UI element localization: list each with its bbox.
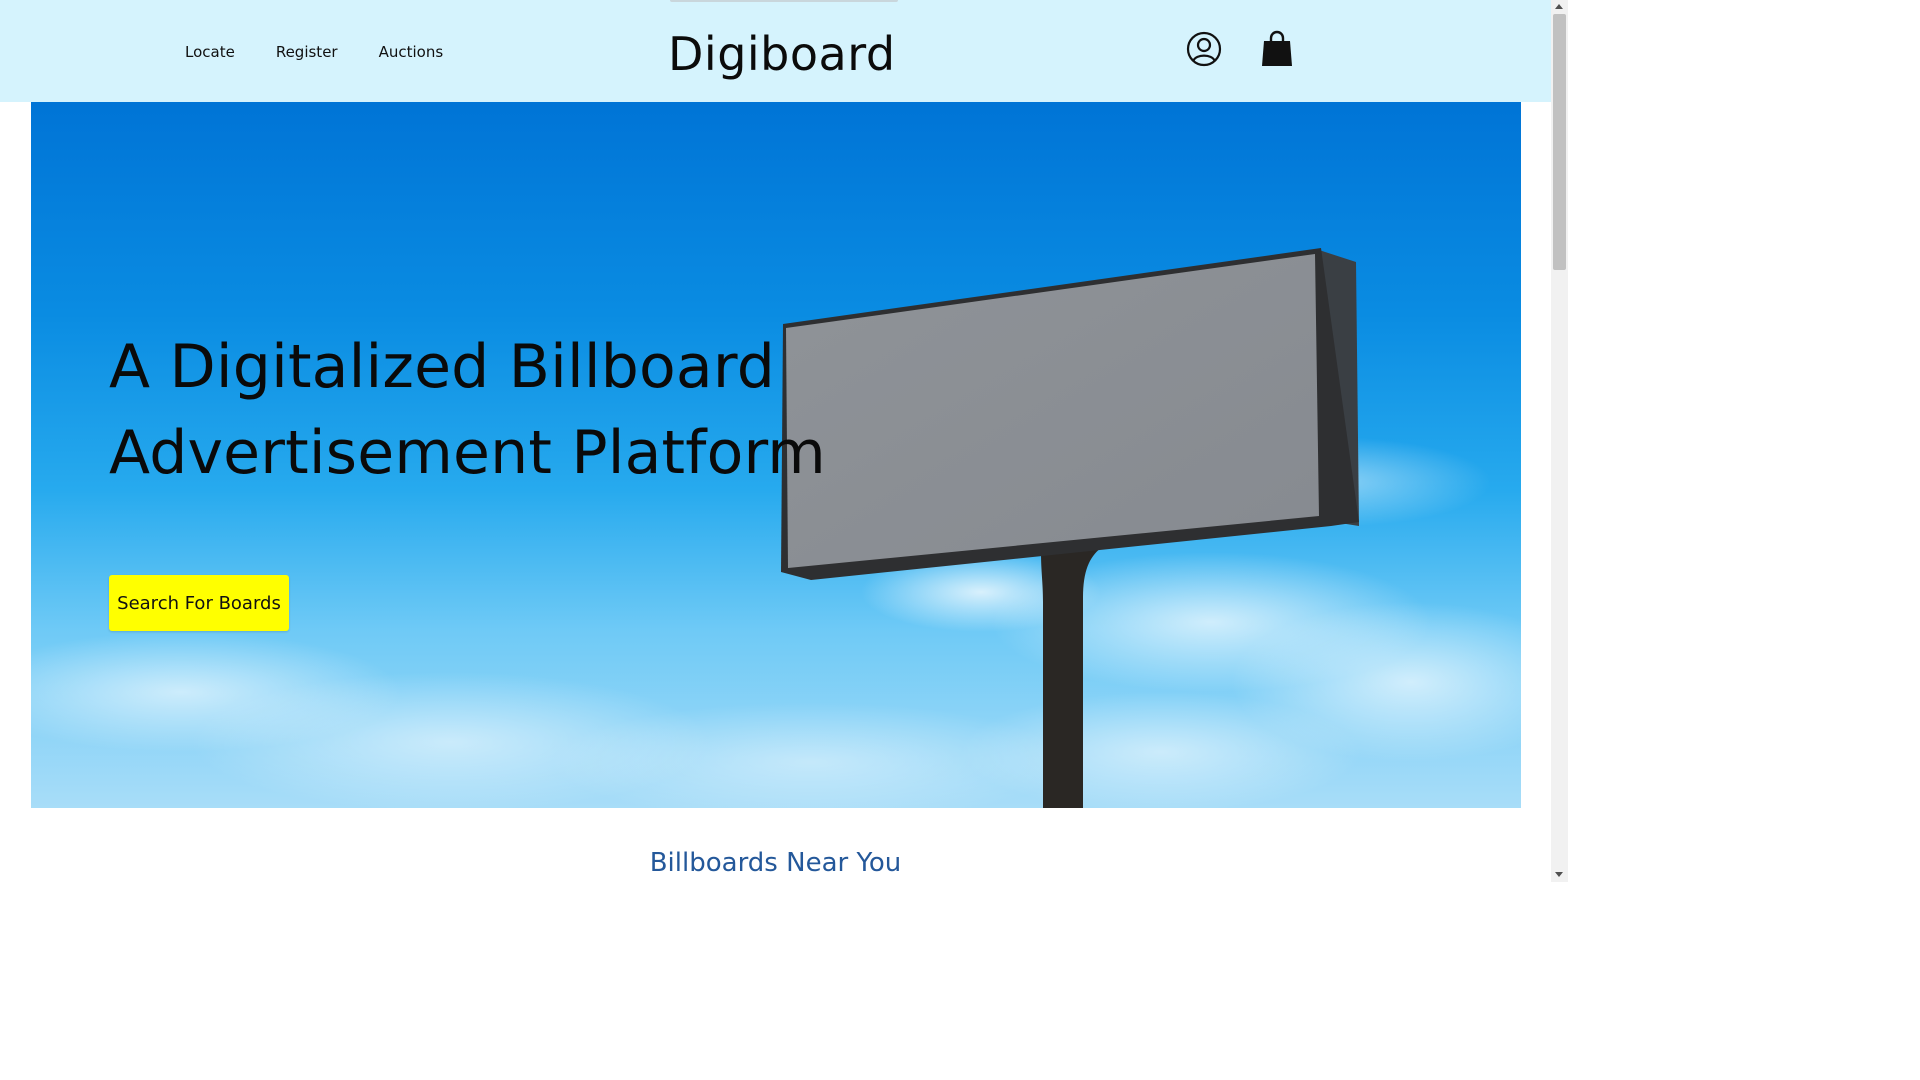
page-scrollbar[interactable] [1551,0,1568,882]
header-top-divider [670,0,898,2]
nav-link-auctions[interactable]: Auctions [379,40,444,64]
main-nav: Locate Register Auctions [185,40,484,64]
hero-banner: A Digitalized Billboard Advertisement Pl… [31,102,1521,808]
hero-title: A Digitalized Billboard Advertisement Pl… [109,324,829,496]
hero-title-line-1: A Digitalized Billboard [109,332,775,402]
site-header: Locate Register Auctions Digiboard [0,0,1551,102]
hero-title-line-2: Advertisement Platform [109,418,826,488]
brand-logo-text[interactable]: Digiboard [668,22,896,86]
scroll-up-arrow-icon[interactable] [1555,4,1563,9]
search-for-boards-button[interactable]: Search For Boards [109,575,289,631]
user-circle-icon[interactable] [1186,31,1222,67]
shopping-bag-icon[interactable] [1260,30,1294,68]
billboards-near-you-heading: Billboards Near You [649,848,902,878]
nav-link-register[interactable]: Register [276,40,338,64]
nav-link-locate[interactable]: Locate [185,40,235,64]
scroll-down-arrow-icon[interactable] [1555,872,1563,877]
scroll-thumb[interactable] [1553,14,1566,270]
page: Locate Register Auctions Digiboard A Dig… [0,0,1568,882]
